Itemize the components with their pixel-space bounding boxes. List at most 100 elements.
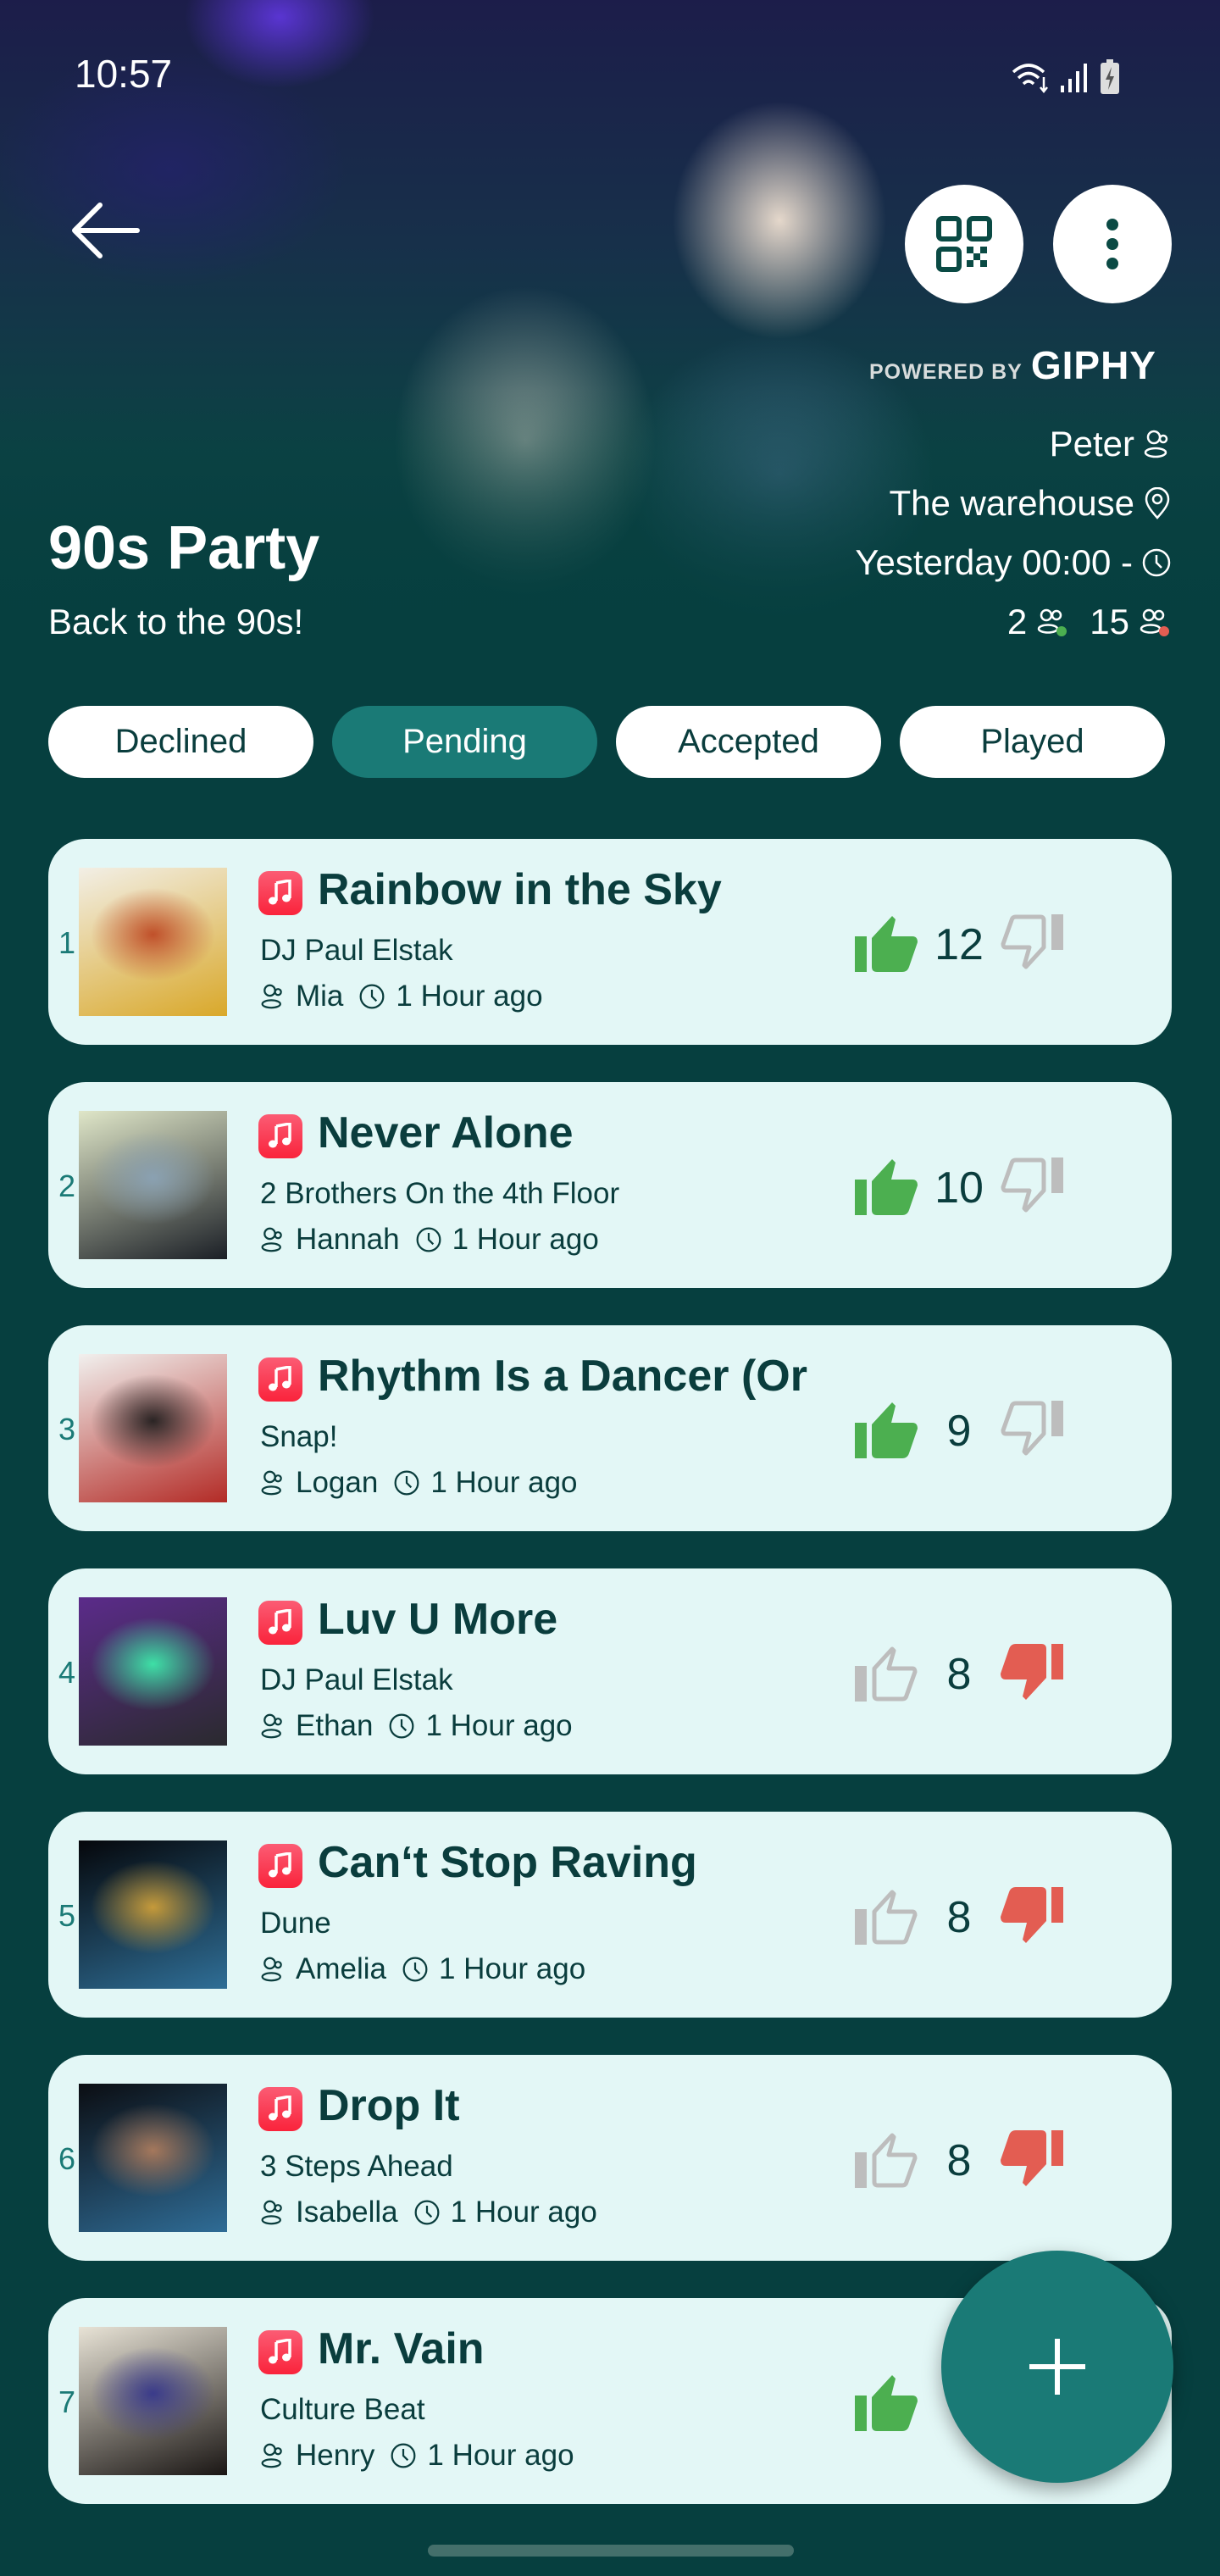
- song-artist: 2 Brothers On the 4th Floor: [260, 1177, 620, 1210]
- more-options-button[interactable]: [1053, 185, 1172, 303]
- tab-declined[interactable]: Declined: [48, 706, 313, 778]
- clock-icon: [394, 1470, 419, 1496]
- attendees-going-count: 2: [1006, 602, 1028, 641]
- giphy-logo: GIPHY: [1030, 343, 1156, 387]
- clock-icon: [402, 1957, 428, 1982]
- arrow-left-icon: [72, 203, 140, 258]
- album-art: [79, 1111, 227, 1259]
- attendees-declined-count: 15: [1090, 602, 1129, 641]
- upvote-button[interactable]: [853, 913, 921, 978]
- tab-pending[interactable]: Pending: [332, 706, 597, 778]
- song-artist: Snap!: [260, 1420, 338, 1453]
- request-time: 1 Hour ago: [425, 1709, 573, 1742]
- thumbs-up-icon: [855, 1158, 918, 1215]
- album-art: [79, 1597, 227, 1746]
- home-indicator[interactable]: [428, 2545, 794, 2557]
- song-card[interactable]: 5 Can‘t Stop Raving Dune Amelia 1 Hour a…: [48, 1812, 1172, 2018]
- clock-icon: [391, 2443, 416, 2468]
- song-card[interactable]: 3 Rhythm Is a Dancer (Or Snap! Logan 1 H…: [48, 1325, 1172, 1531]
- upvote-button[interactable]: [853, 2372, 921, 2437]
- song-title: Rainbow in the Sky: [318, 865, 722, 914]
- song-card[interactable]: 4 Luv U More DJ Paul Elstak Ethan 1 Hour…: [48, 1568, 1172, 1774]
- qr-code-icon: [936, 216, 992, 272]
- vote-controls: 8: [853, 1879, 1065, 1956]
- downvote-button[interactable]: [997, 1642, 1065, 1707]
- song-rank: 1: [58, 925, 76, 960]
- song-card[interactable]: 2 Never Alone 2 Brothers On the 4th Floo…: [48, 1082, 1172, 1288]
- downvote-button[interactable]: [997, 2129, 1065, 2194]
- upvote-button[interactable]: [853, 1156, 921, 1221]
- back-button[interactable]: [68, 197, 144, 264]
- downvote-button[interactable]: [997, 913, 1065, 978]
- vote-count: 12: [934, 920, 984, 969]
- location-row: The warehouse: [889, 483, 1172, 524]
- location-name: The warehouse: [889, 483, 1134, 523]
- giphy-attribution: POWERED BY GIPHY: [869, 342, 1156, 388]
- giphy-powered-by: POWERED BY: [868, 360, 1023, 384]
- vote-controls: 8: [853, 2123, 1065, 2199]
- album-art: [79, 1840, 227, 1989]
- request-time: 1 Hour ago: [452, 1223, 599, 1256]
- thumbs-up-icon: [855, 1890, 918, 1945]
- person-icon: [1144, 430, 1168, 458]
- tab-played[interactable]: Played: [900, 706, 1165, 778]
- downvote-button[interactable]: [997, 1399, 1065, 1464]
- person-icon: [261, 1470, 282, 1496]
- upvote-button[interactable]: [853, 2129, 921, 2194]
- vote-count: 9: [946, 1407, 972, 1456]
- signal-icon: [1061, 64, 1087, 92]
- song-rank: 3: [58, 1412, 76, 1446]
- thumbs-down-icon: [1001, 2129, 1063, 2186]
- upvote-button[interactable]: [853, 1885, 921, 1951]
- request-time: 1 Hour ago: [438, 1952, 586, 1985]
- status-time: 10:57: [75, 52, 173, 96]
- vote-count: 8: [946, 1893, 972, 1942]
- qr-code-button[interactable]: [905, 185, 1023, 303]
- song-meta: Hannah 1 Hour ago: [260, 1223, 599, 1257]
- downvote-button[interactable]: [997, 1156, 1065, 1221]
- song-card[interactable]: 6 Drop It 3 Steps Ahead Isabella 1 Hour …: [48, 2055, 1172, 2261]
- clock-icon: [416, 1227, 441, 1252]
- thumbs-up-icon: [855, 1402, 918, 1458]
- person-icon: [261, 1957, 282, 1982]
- person-icon: [261, 984, 282, 1009]
- attendees-row: 2 15: [1007, 602, 1172, 642]
- requested-by: Amelia: [296, 1952, 386, 1985]
- apple-music-icon: [258, 1844, 302, 1888]
- song-meta: Ethan 1 Hour ago: [260, 1709, 573, 1743]
- song-meta: Logan 1 Hour ago: [260, 1466, 578, 1500]
- clock-icon: [359, 984, 385, 1009]
- vote-controls: 9: [853, 1393, 1065, 1469]
- vote-count: 8: [946, 1650, 972, 1699]
- status-tabs: Declined Pending Accepted Played: [48, 706, 1165, 778]
- add-song-button[interactable]: [941, 2251, 1173, 2483]
- upvote-button[interactable]: [853, 1399, 921, 1464]
- album-art: [79, 2084, 227, 2232]
- time-row: Yesterday 00:00 -: [855, 542, 1172, 583]
- song-artist: Culture Beat: [260, 2393, 425, 2426]
- requested-by: Mia: [296, 980, 344, 1013]
- clock-icon: [1142, 548, 1171, 577]
- song-artist: 3 Steps Ahead: [260, 2150, 453, 2183]
- song-artist: DJ Paul Elstak: [260, 934, 453, 967]
- apple-music-icon: [258, 1601, 302, 1645]
- song-rank: 2: [58, 1169, 76, 1203]
- thumbs-down-icon: [1001, 1643, 1063, 1700]
- song-card[interactable]: 1 Rainbow in the Sky DJ Paul Elstak Mia …: [48, 839, 1172, 1045]
- clock-icon: [390, 1713, 414, 1739]
- tab-accepted[interactable]: Accepted: [616, 706, 881, 778]
- party-subtitle: Back to the 90s!: [48, 602, 304, 641]
- downvote-button[interactable]: [997, 1885, 1065, 1951]
- event-time: Yesterday 00:00 -: [855, 542, 1133, 582]
- song-meta: Amelia 1 Hour ago: [260, 1952, 585, 1986]
- upvote-button[interactable]: [853, 1642, 921, 1707]
- song-meta: Isabella 1 Hour ago: [260, 2196, 597, 2229]
- requested-by: Henry: [296, 2439, 375, 2472]
- song-title: Luv U More: [318, 1595, 558, 1644]
- vote-controls: 10: [853, 1150, 1065, 1226]
- song-rank: 6: [58, 2141, 76, 2176]
- request-time: 1 Hour ago: [427, 2439, 574, 2472]
- request-time: 1 Hour ago: [450, 2196, 597, 2229]
- album-art: [79, 2327, 227, 2475]
- request-time: 1 Hour ago: [430, 1466, 578, 1499]
